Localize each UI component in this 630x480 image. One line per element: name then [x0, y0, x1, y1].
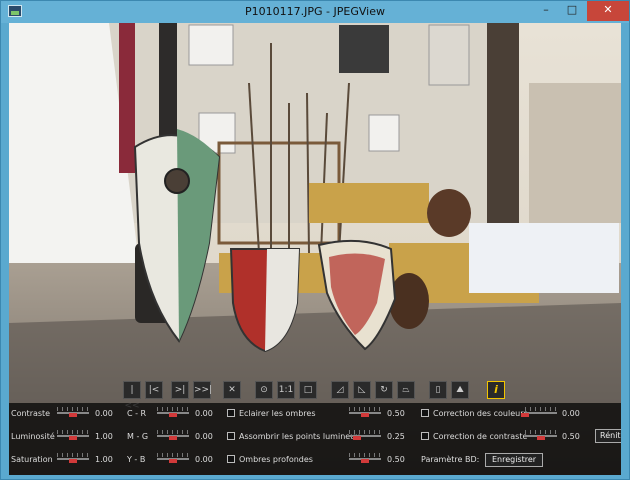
app-window: P1010117.JPG - JPEGView – □ ✕ | |< >| >>… — [0, 0, 630, 480]
yb-label: Y - B — [127, 455, 146, 464]
next-image-button[interactable]: >| — [171, 381, 189, 399]
cr-label: C - R — [127, 409, 147, 418]
reset-button[interactable]: Rénito — [595, 429, 621, 443]
contrast-correction-value: 0.50 — [562, 432, 580, 441]
contrast-correction-label: Correction de contraste — [433, 432, 528, 441]
saturation-slider-thumb[interactable] — [69, 459, 77, 463]
param-bd-label: Paramètre BD: — [421, 455, 480, 464]
deep-shadows-label: Ombres profondes — [239, 455, 313, 464]
brightness-value: 1.00 — [95, 432, 113, 441]
contrast-correction-slider[interactable] — [525, 430, 557, 440]
rotate-left-perspective-button[interactable]: ◿ — [331, 381, 349, 399]
contrast-slider-thumb[interactable] — [69, 413, 77, 417]
color-correction-checkbox[interactable] — [421, 409, 429, 417]
actual-size-button[interactable]: 1:1 — [277, 381, 295, 399]
deep-shadows-checkbox[interactable] — [227, 455, 235, 463]
prev-image-button[interactable]: |< — [145, 381, 163, 399]
brightness-slider[interactable] — [57, 430, 89, 440]
deep-shadows-slider[interactable] — [349, 453, 381, 463]
zoom-fit-button[interactable]: ⊙ — [255, 381, 273, 399]
brightness-slider-thumb[interactable] — [69, 436, 77, 440]
title-bar[interactable]: P1010117.JPG - JPEGView – □ ✕ — [1, 1, 629, 23]
mg-slider-thumb[interactable] — [169, 436, 177, 440]
color-correction-slider-thumb[interactable] — [521, 413, 529, 417]
cr-slider[interactable] — [157, 407, 189, 417]
color-correction-label: Correction des couleurs — [433, 409, 528, 418]
cr-value: 0.00 — [195, 409, 213, 418]
saturation-slider[interactable] — [57, 453, 89, 463]
rotate-right-perspective-button[interactable]: ◺ — [353, 381, 371, 399]
color-correction-slider[interactable] — [521, 407, 557, 417]
yb-slider-thumb[interactable] — [169, 459, 177, 463]
shadows-value: 0.50 — [387, 409, 405, 418]
shadows-checkbox[interactable] — [227, 409, 235, 417]
mg-label: M - G — [127, 432, 149, 441]
deep-shadows-slider-thumb[interactable] — [361, 459, 369, 463]
highlights-label: Assombrir les points lumineux — [239, 432, 360, 441]
saturation-label: Saturation — [11, 455, 53, 464]
contrast-slider[interactable] — [57, 407, 89, 417]
highlights-slider-thumb[interactable] — [353, 436, 361, 440]
adjustment-panel: Contraste 0.00 Luminosité 1.00 Saturatio… — [9, 403, 621, 475]
crop-button[interactable]: ▯ — [429, 381, 447, 399]
contrast-label: Contraste — [11, 409, 51, 418]
shadows-label: Eclairer les ombres — [239, 409, 316, 418]
contrast-correction-slider-thumb[interactable] — [537, 436, 545, 440]
cr-slider-thumb[interactable] — [169, 413, 177, 417]
deep-shadows-value: 0.50 — [387, 455, 405, 464]
minimize-button[interactable]: – — [533, 1, 559, 21]
save-button[interactable]: Enregistrer — [485, 453, 543, 467]
yb-value: 0.00 — [195, 455, 213, 464]
highlights-checkbox[interactable] — [227, 432, 235, 440]
shadows-slider-thumb[interactable] — [361, 413, 369, 417]
perspective-button[interactable]: ⏢ — [397, 381, 415, 399]
mg-value: 0.00 — [195, 432, 213, 441]
highlights-value: 0.25 — [387, 432, 405, 441]
contrast-value: 0.00 — [95, 409, 113, 418]
first-image-button[interactable]: |<< — [123, 381, 141, 411]
close-button[interactable]: ✕ — [587, 1, 629, 21]
saturation-value: 1.00 — [95, 455, 113, 464]
shadows-slider[interactable] — [349, 407, 381, 417]
color-correction-value: 0.00 — [562, 409, 580, 418]
landscape-button[interactable]: ⛰ — [451, 381, 469, 399]
highlights-slider[interactable] — [349, 430, 381, 440]
maximize-button[interactable]: □ — [559, 1, 585, 21]
rotate-button[interactable]: ↻ — [375, 381, 393, 399]
delete-button[interactable]: ✕ — [223, 381, 241, 399]
contrast-correction-checkbox[interactable] — [421, 432, 429, 440]
last-image-button[interactable]: >>| — [193, 381, 212, 399]
image-viewport[interactable]: |<< |< >| >>| ✕ ⊙ 1:1 □ ◿ ◺ ↻ ⏢ ▯ ⛰ i Co… — [9, 23, 621, 475]
brightness-label: Luminosité — [11, 432, 55, 441]
mg-slider[interactable] — [157, 430, 189, 440]
yb-slider[interactable] — [157, 453, 189, 463]
info-button[interactable]: i — [487, 381, 505, 399]
fullscreen-button[interactable]: □ — [299, 381, 317, 399]
